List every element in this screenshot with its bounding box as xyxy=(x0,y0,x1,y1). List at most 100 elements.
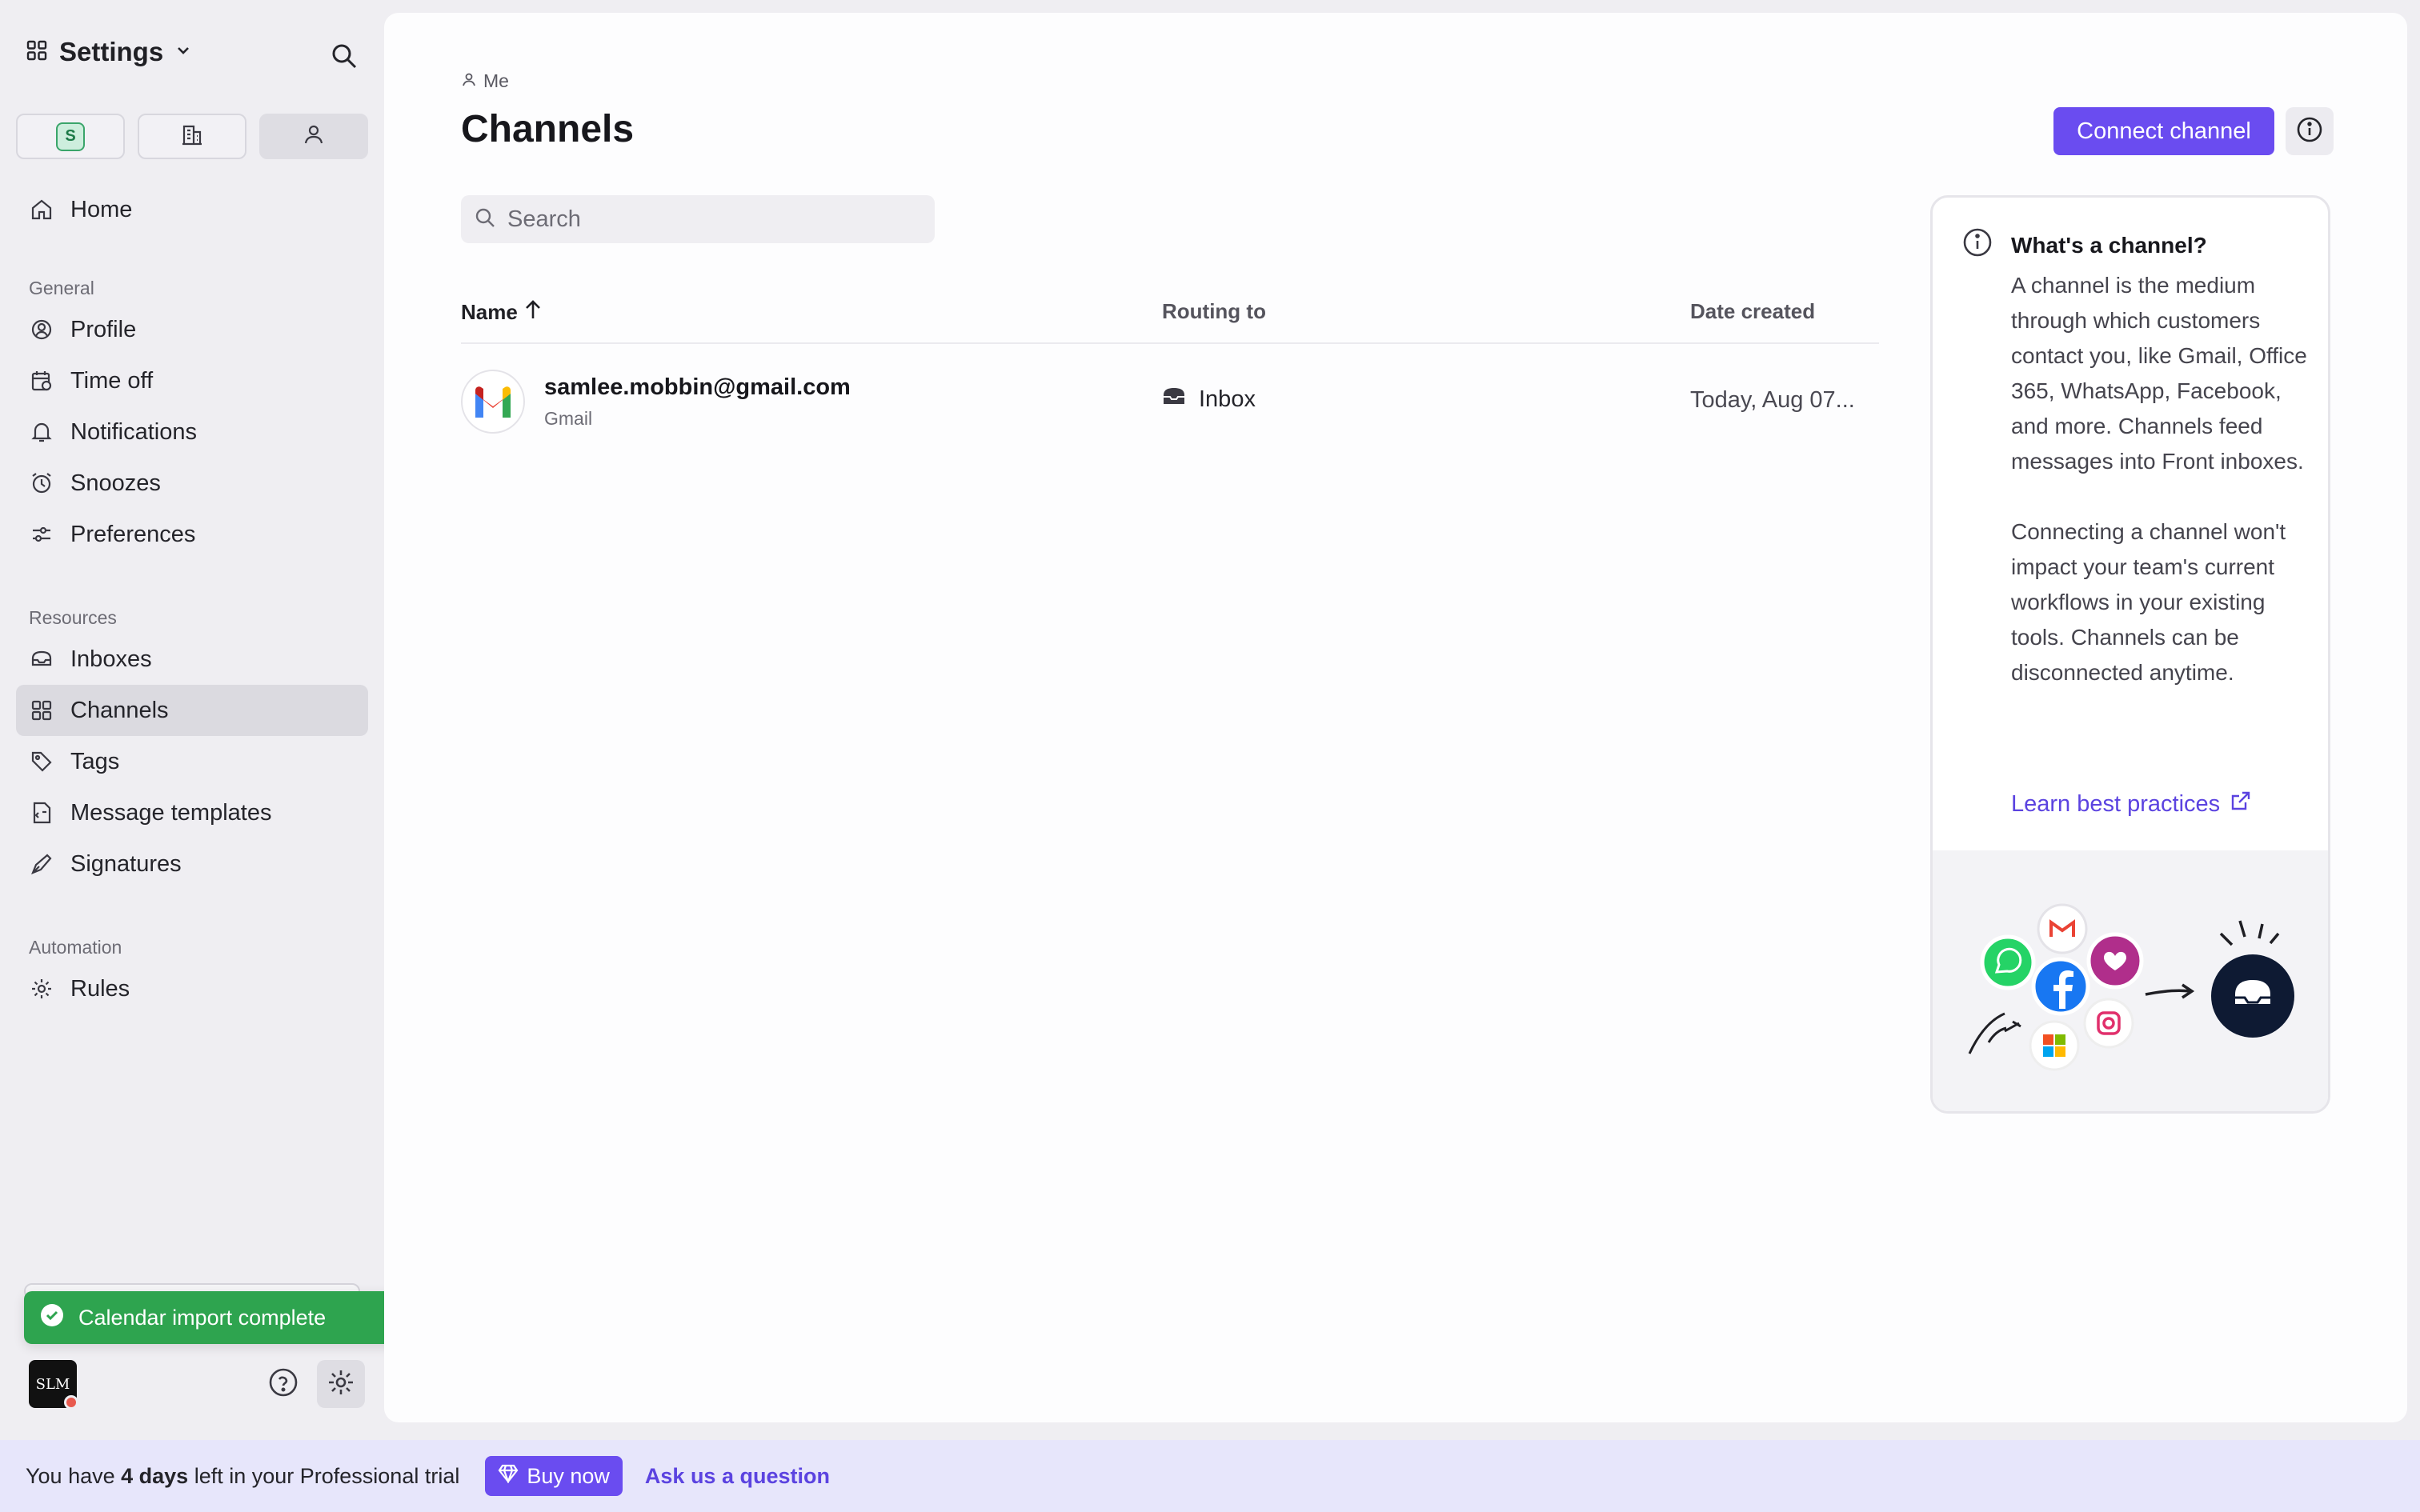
trial-prefix: You have xyxy=(26,1463,122,1488)
avatar-initials: SLM xyxy=(35,1375,70,1393)
column-header-name[interactable]: Name xyxy=(461,299,542,326)
info-card-header: What's a channel? xyxy=(1961,226,2207,264)
info-paragraph: Connecting a channel won't impact your t… xyxy=(2011,519,2286,685)
help-circle-icon xyxy=(268,1367,298,1402)
check-circle-icon xyxy=(40,1303,64,1333)
channel-email: samlee.mobbin@gmail.com xyxy=(544,374,851,400)
breadcrumb[interactable]: Me xyxy=(461,70,509,92)
profile-icon xyxy=(29,317,54,342)
sidebar-item-rules[interactable]: Rules xyxy=(16,963,368,1014)
buy-now-label: Buy now xyxy=(527,1463,610,1488)
scope-tab-workspace[interactable]: S xyxy=(16,114,125,159)
table-row[interactable]: samlee.mobbin@gmail.com Gmail Inbox Toda… xyxy=(461,344,1879,461)
sidebar-section-resources: Resources Inboxes Channels Tags Message … xyxy=(16,602,368,890)
search-field[interactable] xyxy=(461,195,935,243)
sidebar-footer: SLM xyxy=(29,1360,365,1410)
search-input[interactable] xyxy=(507,206,908,233)
home-icon xyxy=(29,197,54,222)
pen-nib-icon xyxy=(29,851,54,877)
sidebar-item-label: Signatures xyxy=(70,850,182,877)
sidebar-item-preferences[interactable]: Preferences xyxy=(16,509,368,560)
sidebar-item-label: Profile xyxy=(70,316,137,342)
scope-tab-personal[interactable] xyxy=(259,114,368,159)
sidebar-item-message-templates[interactable]: Message templates xyxy=(16,787,368,838)
sidebar-item-tags[interactable]: Tags xyxy=(16,736,368,787)
settings-button[interactable] xyxy=(317,1360,365,1408)
search-icon xyxy=(474,206,496,233)
sliders-icon xyxy=(29,522,54,547)
sidebar-search-button[interactable] xyxy=(327,40,362,75)
column-header-label: Date created xyxy=(1690,299,1816,323)
info-card-heading: What's a channel? xyxy=(2011,232,2207,258)
settings-menu-toggle[interactable]: Settings xyxy=(26,37,192,67)
main-panel: Me Channels Connect channel Name Routing… xyxy=(384,13,2407,1422)
external-link-icon xyxy=(2230,790,2252,818)
toast-text: Calendar import complete xyxy=(78,1305,327,1330)
sidebar-item-notifications[interactable]: Notifications xyxy=(16,406,368,458)
sidebar-item-channels[interactable]: Channels xyxy=(16,685,368,736)
scope-tab-company[interactable] xyxy=(138,114,246,159)
sidebar-item-time-off[interactable]: Time off xyxy=(16,355,368,406)
info-card-body: A channel is the medium through which cu… xyxy=(2011,268,2307,690)
grid-icon xyxy=(29,698,54,723)
sidebar-item-profile[interactable]: Profile xyxy=(16,304,368,355)
sidebar-item-home[interactable]: Home xyxy=(16,184,368,235)
workspace-chip: S xyxy=(56,122,85,151)
info-paragraph: A channel is the medium through which cu… xyxy=(2011,273,2307,474)
building-icon xyxy=(180,122,204,150)
sidebar: Settings S Home General Profile Time off… xyxy=(0,0,458,1440)
sidebar-item-snoozes[interactable]: Snoozes xyxy=(16,458,368,509)
buy-now-button[interactable]: Buy now xyxy=(485,1456,623,1496)
scope-tabs: S xyxy=(16,114,368,159)
channels-illustration-graphic xyxy=(1968,903,2294,1071)
inbox-icon xyxy=(1162,386,1186,413)
table-header: Name Routing to Date created xyxy=(461,291,1879,344)
column-header-label: Routing to xyxy=(1162,299,1266,323)
help-button[interactable] xyxy=(266,1366,301,1402)
bell-icon xyxy=(29,419,54,445)
column-header-routing[interactable]: Routing to xyxy=(1162,299,1266,324)
info-toggle-button[interactable] xyxy=(2286,107,2334,155)
channel-date: Today, Aug 07... xyxy=(1690,387,1855,413)
sidebar-item-label: Inboxes xyxy=(70,646,152,672)
channel-info-card: What's a channel? A channel is the mediu… xyxy=(1930,195,2330,1114)
sidebar-item-label: Time off xyxy=(70,367,154,394)
calendar-clock-icon xyxy=(29,368,54,394)
sidebar-item-inboxes[interactable]: Inboxes xyxy=(16,634,368,685)
connect-channel-button[interactable]: Connect channel xyxy=(2053,107,2274,155)
channel-routing: Inbox xyxy=(1162,386,1256,413)
sidebar-item-label: Preferences xyxy=(70,521,196,547)
trial-suffix: left in your Professional trial xyxy=(188,1463,460,1488)
status-dot xyxy=(64,1395,78,1410)
section-heading-general: General xyxy=(29,277,94,298)
user-icon xyxy=(302,122,326,150)
gear-icon xyxy=(29,976,54,1002)
info-icon xyxy=(2295,115,2324,148)
sidebar-item-signatures[interactable]: Signatures xyxy=(16,838,368,890)
routing-label: Inbox xyxy=(1199,386,1256,412)
ask-question-link[interactable]: Ask us a question xyxy=(645,1464,830,1489)
sidebar-section-general: General Profile Time off Notifications S… xyxy=(16,272,368,560)
arrow-up-icon xyxy=(524,299,542,326)
section-heading-resources: Resources xyxy=(29,606,117,628)
section-heading-automation: Automation xyxy=(29,936,122,958)
inbox-stack-icon xyxy=(29,646,54,672)
link-label: Learn best practices xyxy=(2011,790,2221,817)
sidebar-item-label: Tags xyxy=(70,748,120,774)
column-header-date[interactable]: Date created xyxy=(1690,299,1815,324)
settings-title: Settings xyxy=(59,37,164,66)
column-header-label: Name xyxy=(461,300,518,324)
sidebar-item-label: Notifications xyxy=(70,418,197,445)
sidebar-item-label: Rules xyxy=(70,975,130,1002)
user-icon xyxy=(461,70,477,92)
search-icon xyxy=(330,42,359,74)
trial-days: 4 days xyxy=(121,1463,189,1488)
grid-icon xyxy=(26,39,48,66)
tag-icon xyxy=(29,749,54,774)
sidebar-nav-home: Home xyxy=(16,184,368,235)
channel-type: Gmail xyxy=(544,408,593,429)
gear-icon xyxy=(326,1367,356,1402)
template-icon xyxy=(29,800,54,826)
learn-best-practices-link[interactable]: Learn best practices xyxy=(2011,790,2252,818)
chevron-down-icon xyxy=(174,42,192,63)
